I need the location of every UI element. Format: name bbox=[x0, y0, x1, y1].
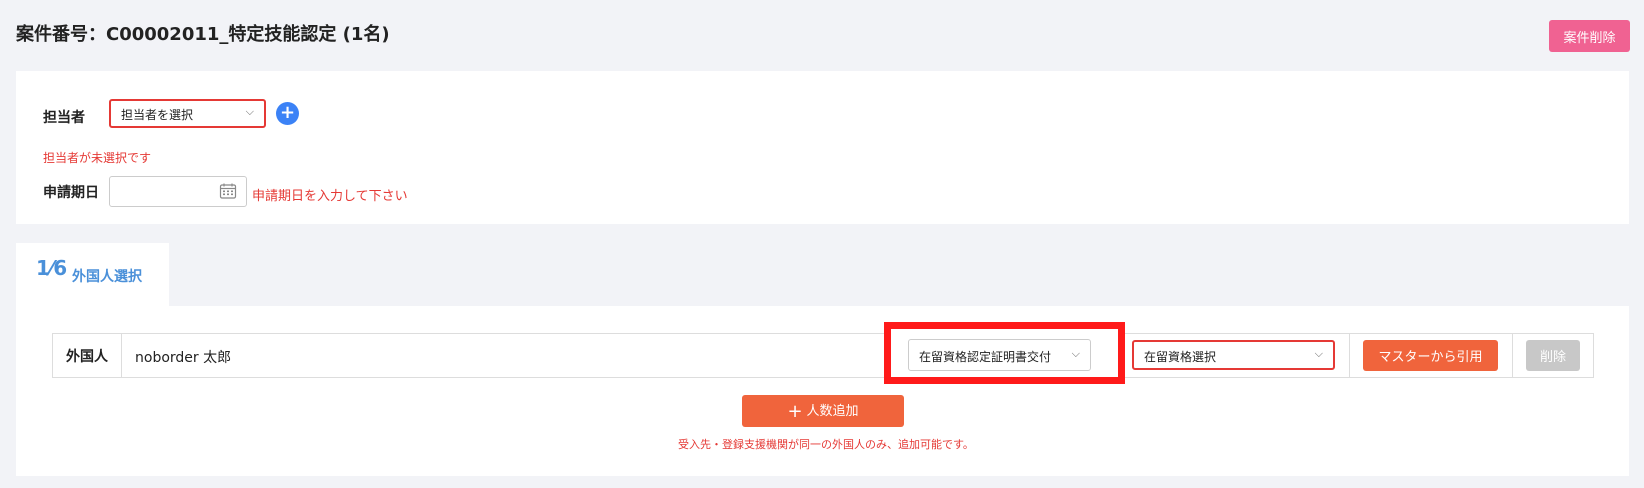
page-title: 案件番号：C00002011_特定技能認定 (1名) bbox=[16, 24, 390, 45]
assignee-select-value: 担当者を選択 bbox=[121, 108, 194, 122]
plus-icon: + bbox=[787, 401, 803, 422]
assignee-label: 担当者 bbox=[43, 110, 85, 126]
row-divider bbox=[1512, 334, 1513, 377]
row-divider bbox=[1349, 334, 1350, 377]
chevron-down-icon: ⌵ bbox=[1314, 347, 1323, 360]
row-divider bbox=[121, 334, 122, 377]
chevron-down-icon: ⌵ bbox=[1071, 347, 1080, 360]
add-person-button[interactable]: + 人数追加 bbox=[742, 395, 904, 427]
chevron-down-icon: ⌵ bbox=[245, 105, 254, 118]
assignee-error-message: 担当者が未選択です bbox=[43, 151, 152, 165]
tab-label: 外国人選択 bbox=[72, 269, 142, 285]
import-from-master-button[interactable]: マスターから引用 bbox=[1363, 340, 1498, 371]
assignee-select[interactable]: 担当者を選択 ⌵ bbox=[109, 99, 266, 128]
foreigner-name: noborder 太郎 bbox=[135, 350, 232, 366]
add-assignee-button[interactable]: + bbox=[276, 102, 299, 125]
calendar-icon[interactable] bbox=[219, 182, 237, 200]
add-person-note: 受入先・登録支援機関が同一の外国人のみ、追加可能です。 bbox=[678, 438, 974, 451]
foreigner-label: 外国人 bbox=[66, 349, 108, 365]
plus-icon: + bbox=[279, 102, 296, 123]
delete-case-button[interactable]: 案件削除 bbox=[1549, 20, 1630, 52]
date-error-message: 申請期日を入力して下さい bbox=[252, 189, 408, 204]
application-type-value: 在留資格認定証明書交付 bbox=[919, 350, 1052, 364]
date-label: 申請期日 bbox=[43, 185, 99, 201]
visa-status-value: 在留資格選択 bbox=[1144, 350, 1217, 364]
add-person-label: 人数追加 bbox=[806, 404, 859, 419]
visa-status-select[interactable]: 在留資格選択 ⌵ bbox=[1132, 340, 1335, 370]
delete-row-button[interactable]: 削除 bbox=[1526, 340, 1580, 371]
step-indicator: 1⁄6 bbox=[36, 256, 68, 280]
application-type-select[interactable]: 在留資格認定証明書交付 ⌵ bbox=[908, 339, 1091, 371]
